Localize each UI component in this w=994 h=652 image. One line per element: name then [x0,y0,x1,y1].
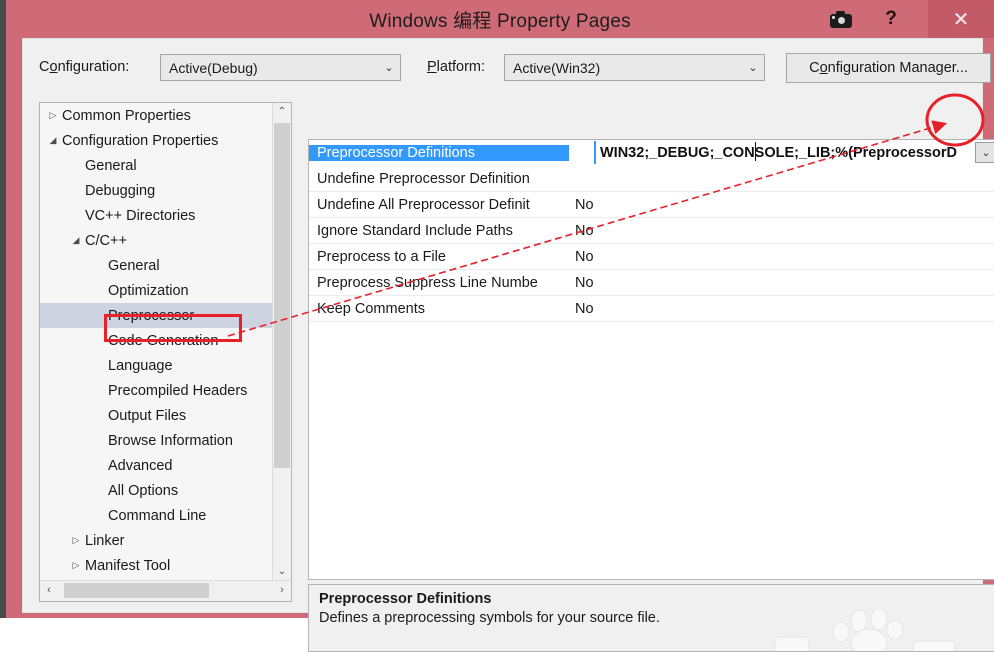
tree-item-label: Output Files [108,407,187,424]
close-button[interactable]: ✕ [928,0,994,38]
chevron-down-icon[interactable]: ⌄ [378,61,400,74]
chevron-right-icon[interactable]: ▷ [69,535,83,546]
property-row[interactable]: Preprocessor Definitions WIN32;_DEBUG;_CO… [309,140,994,166]
tree-item-precompiled-headers[interactable]: Precompiled Headers [40,378,273,403]
tree-item-browse-information[interactable]: Browse Information [40,428,273,453]
tree-vertical-scrollbar[interactable]: ⌃ ⌄ [272,103,291,581]
configuration-manager-button[interactable]: Co nfiguration Manager... [786,53,991,83]
tree-item-manifest-tool[interactable]: ▷ Manifest Tool [40,553,273,578]
property-row[interactable]: Undefine All Preprocessor Definit No [309,192,994,218]
platform-label: Platform: [427,59,486,75]
property-name: Keep Comments [317,300,425,317]
tree-item-label: Manifest Tool [85,557,171,574]
description-title: Preprocessor Definitions [319,591,492,607]
chevron-down-icon[interactable]: ◢ [46,135,60,146]
configuration-combobox[interactable]: Active(Debug) ⌄ [160,54,401,81]
tree-item-label: Language [108,357,173,374]
property-name: Undefine All Preprocessor Definit [317,196,530,213]
tree-item-label: Common Properties [62,107,191,124]
tree-item-label: Linker [85,532,125,549]
property-name: Preprocess Suppress Line Numbe [317,274,538,291]
tree-vscroll-thumb[interactable] [274,123,290,468]
property-name: Undefine Preprocessor Definition [317,170,530,187]
tree-item-all-options[interactable]: All Options [40,478,273,503]
tree-item-label: Browse Information [108,432,233,449]
scroll-left-icon[interactable]: ‹ [40,581,58,600]
camera-glyph [830,10,852,28]
tree-item-label: C/C++ [85,232,127,249]
tree-item-debugging[interactable]: Debugging [40,178,273,203]
property-value-editor[interactable]: WIN32;_DEBUG;_CONSOLE;_LIB;%(Preprocesso… [594,141,994,164]
tree-item-label: General [108,257,160,274]
title-bar: Windows 编程 Property Pages ? ✕ [6,0,994,38]
tree-hscroll-thumb[interactable] [64,583,209,598]
tree-item-label: Advanced [108,457,173,474]
tree-item-label: All Options [108,482,179,499]
tree-item-label: Debugging [85,182,156,199]
properties-tree-panel: ▷ Common Properties ◢ Configuration Propert… [39,102,292,602]
description-text: Defines a preprocessing symbols for your… [319,610,660,626]
property-row[interactable]: Preprocess Suppress Line Numbe No [309,270,994,296]
property-row[interactable]: Undefine Preprocessor Definition [309,166,994,192]
property-row[interactable]: Ignore Standard Include Paths No [309,218,994,244]
help-button[interactable]: ? [870,0,912,38]
configuration-value: Active(Debug) [169,59,258,76]
annotation-box [104,314,242,342]
tree-item-label: Optimization [108,282,189,299]
tree-item-general[interactable]: General [40,153,273,178]
tree-item-output-files[interactable]: Output Files [40,403,273,428]
camera-icon[interactable] [818,0,864,38]
properties-tree[interactable]: ▷ Common Properties ◢ Configuration Propert… [40,103,273,581]
property-value: No [575,196,594,213]
configuration-label: Configuration: [39,59,130,75]
property-value-text: WIN32;_DEBUG;_CONSOLE;_LIB;%(Preprocesso… [600,144,957,161]
tree-item-label: VC++ Directories [85,207,196,224]
property-row[interactable]: Keep Comments No [309,296,994,322]
tree-item-label: General [85,157,137,174]
tree-item-configuration-properties[interactable]: ◢ Configuration Properties [40,128,273,153]
tree-item-command-line[interactable]: Command Line [40,503,273,528]
tree-item-general[interactable]: General [40,253,273,278]
property-value: No [575,274,594,291]
tree-item-common-properties[interactable]: ▷ Common Properties [40,103,273,128]
tree-item-label: Precompiled Headers [108,382,248,399]
tree-item-language[interactable]: Language [40,353,273,378]
tree-item-advanced[interactable]: Advanced [40,453,273,478]
property-row[interactable]: Preprocess to a File No [309,244,994,270]
property-pages-window: Windows 编程 Property Pages ? ✕ Configurat… [0,0,994,652]
property-name: Ignore Standard Include Paths [317,222,513,239]
chevron-right-icon[interactable]: ▷ [46,110,60,121]
property-name: Preprocessor Definitions [309,144,569,161]
property-name: Preprocess to a File [317,248,446,265]
tree-horizontal-scrollbar[interactable]: ‹ › [40,580,291,601]
platform-combobox[interactable]: Active(Win32) ⌄ [504,54,765,81]
scroll-down-icon[interactable]: ⌄ [273,563,291,581]
tree-item-label: Command Line [108,507,207,524]
value-dropdown-button[interactable]: ⌄ [975,142,994,163]
property-value: No [575,300,594,317]
tree-item-linker[interactable]: ▷ Linker [40,528,273,553]
tree-item-label: Configuration Properties [62,132,219,149]
scroll-up-icon[interactable]: ⌃ [273,103,291,121]
chevron-right-icon[interactable]: ▷ [69,560,83,571]
text-caret [755,142,756,161]
platform-value: Active(Win32) [513,59,601,76]
property-grid[interactable]: Preprocessor Definitions WIN32;_DEBUG;_CO… [308,139,994,580]
configuration-toolbar: Configuration: Active(Debug) ⌄ Platform:… [23,39,991,95]
chevron-down-icon[interactable]: ⌄ [742,61,764,74]
property-value: No [575,248,594,265]
scroll-right-icon[interactable]: › [273,581,291,600]
tree-item-vc-directories[interactable]: VC++ Directories [40,203,273,228]
chevron-down-icon[interactable]: ◢ [69,235,83,246]
tree-item-c-c[interactable]: ◢ C/C++ [40,228,273,253]
tree-item-optimization[interactable]: Optimization [40,278,273,303]
property-value: No [575,222,594,239]
description-panel: Preprocessor Definitions Defines a prepr… [308,584,994,652]
